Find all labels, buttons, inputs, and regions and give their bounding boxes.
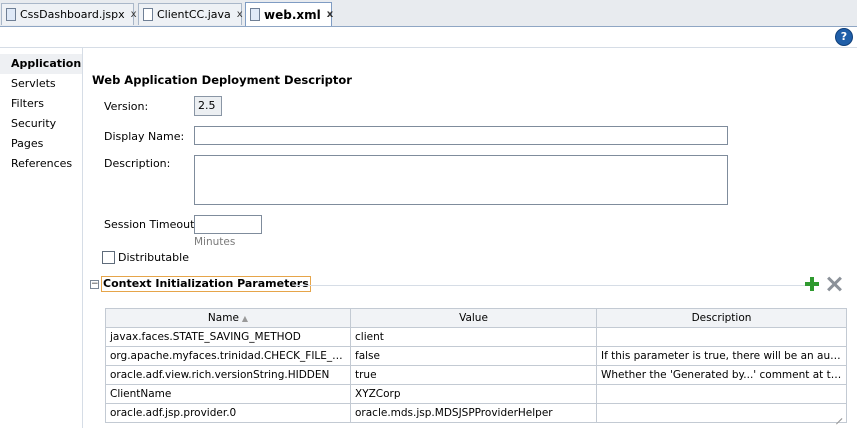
sidebar: Application Servlets Filters Security Pa… (0, 54, 82, 428)
tab-label: ClientCC.java (157, 8, 231, 21)
table-row[interactable]: oracle.adf.view.rich.versionString.HIDDE… (105, 365, 847, 385)
table-header-row: Name ▲ Value Description (105, 308, 847, 328)
tab-label: CssDashboard.jspx (20, 8, 125, 21)
add-icon[interactable] (804, 276, 820, 292)
cell-name[interactable]: ClientName (105, 384, 351, 404)
cell-description[interactable]: If this parameter is true, there will be… (596, 346, 847, 366)
cell-value[interactable]: oracle.mds.jsp.MDSJSPProviderHelper (350, 403, 597, 423)
delete-icon[interactable] (826, 276, 842, 292)
display-name-label: Display Name: (104, 130, 185, 143)
editor-tab-bar: CssDashboard.jspx x ClientCC.java x web.… (0, 0, 857, 27)
sidebar-item-filters[interactable]: Filters (0, 94, 82, 114)
cell-description[interactable] (596, 327, 847, 347)
page-title: Web Application Deployment Descriptor (92, 73, 352, 87)
table-row[interactable]: org.apache.myfaces.trinidad.CHECK_FILE_M… (105, 346, 847, 366)
table-row[interactable]: javax.faces.STATE_SAVING_METHOD client (105, 327, 847, 347)
session-timeout-label: Session Timeout: (104, 218, 199, 231)
description-field[interactable] (194, 155, 728, 205)
resize-grip-icon[interactable] (831, 408, 843, 420)
tab-clientcc[interactable]: ClientCC.java x (138, 3, 243, 25)
cell-name[interactable]: oracle.adf.view.rich.versionString.HIDDE… (105, 365, 351, 385)
column-header-name[interactable]: Name ▲ (105, 308, 351, 328)
cell-value[interactable]: XYZCorp (350, 384, 597, 404)
cell-value[interactable]: false (350, 346, 597, 366)
tab-label: web.xml (264, 7, 321, 22)
description-label: Description: (104, 157, 171, 170)
xml-file-icon (249, 7, 261, 22)
table-row[interactable]: oracle.adf.jsp.provider.0 oracle.mds.jsp… (105, 403, 847, 423)
main-panel: Web Application Deployment Descriptor Ve… (83, 48, 857, 428)
sidebar-item-application[interactable]: Application (0, 54, 82, 74)
close-icon[interactable]: x (125, 9, 137, 20)
cell-name[interactable]: javax.faces.STATE_SAVING_METHOD (105, 327, 351, 347)
sort-ascending-icon: ▲ (241, 314, 249, 323)
context-params-table: Name ▲ Value Description javax.faces.STAT… (105, 308, 847, 423)
editor-toolbar: ? (0, 27, 857, 48)
sidebar-item-servlets[interactable]: Servlets (0, 74, 82, 94)
session-timeout-field[interactable] (194, 215, 262, 234)
section-title-context-params[interactable]: Context Initialization Parameters (101, 276, 311, 292)
distributable-label: Distributable (118, 251, 189, 264)
cell-description[interactable] (596, 384, 847, 404)
distributable-checkbox[interactable] (102, 251, 115, 264)
sidebar-item-security[interactable]: Security (0, 114, 82, 134)
column-header-description[interactable]: Description (596, 308, 847, 328)
cell-value[interactable]: client (350, 327, 597, 347)
help-icon[interactable]: ? (835, 28, 853, 46)
sidebar-item-pages[interactable]: Pages (0, 134, 82, 154)
cell-description[interactable] (596, 403, 847, 423)
version-label: Version: (104, 100, 149, 113)
java-file-icon (142, 7, 154, 22)
close-icon[interactable]: x (231, 9, 243, 20)
sidebar-item-references[interactable]: References (0, 154, 82, 174)
cell-value[interactable]: true (350, 365, 597, 385)
collapse-toggle-icon[interactable]: − (90, 280, 99, 289)
close-icon[interactable]: x (321, 9, 333, 20)
tab-cssdashboard[interactable]: CssDashboard.jspx x (1, 3, 137, 25)
jspx-file-icon (5, 7, 17, 22)
tab-web-xml[interactable]: web.xml x (245, 2, 333, 26)
column-header-value[interactable]: Value (350, 308, 597, 328)
cell-name[interactable]: oracle.adf.jsp.provider.0 (105, 403, 351, 423)
cell-name[interactable]: org.apache.myfaces.trinidad.CHECK_FILE_M… (105, 346, 351, 366)
table-row[interactable]: ClientName XYZCorp (105, 384, 847, 404)
version-field: 2.5 (194, 96, 222, 116)
display-name-field[interactable] (194, 126, 728, 145)
session-timeout-hint: Minutes (194, 236, 236, 248)
section-divider (295, 285, 805, 286)
cell-description[interactable]: Whether the 'Generated by...' comment at… (596, 365, 847, 385)
